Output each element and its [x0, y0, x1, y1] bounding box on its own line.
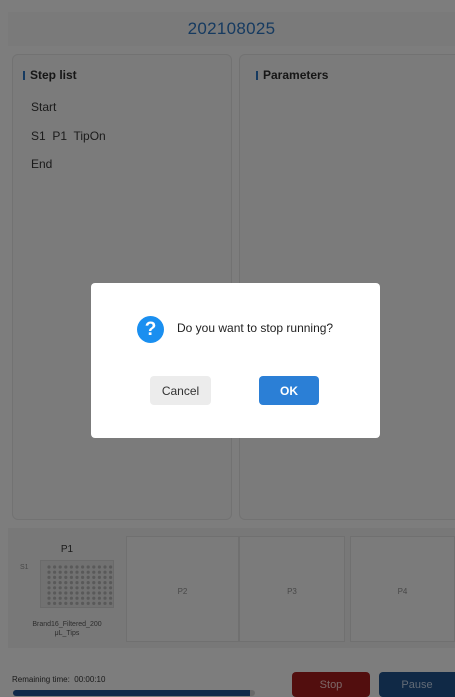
question-icon: ? [137, 316, 164, 343]
cancel-button[interactable]: Cancel [150, 376, 211, 405]
confirm-stop-dialog: ? Do you want to stop running? Cancel OK [91, 283, 380, 438]
dialog-message: Do you want to stop running? [177, 321, 334, 335]
ok-button[interactable]: OK [259, 376, 319, 405]
